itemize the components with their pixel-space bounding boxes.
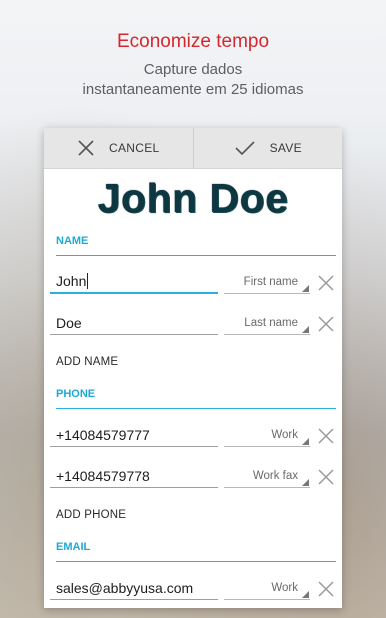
first-name-type-label: First name: [243, 276, 298, 288]
scanned-name-text: John Doe: [97, 174, 289, 221]
section-header-email: EMAIL: [56, 533, 336, 562]
dropdown-corner-icon: [302, 285, 309, 292]
hero-title: Economize tempo: [116, 31, 270, 52]
email-work-input[interactable]: sales@abbyyusa.com: [50, 576, 218, 600]
phone-work-input[interactable]: +14084579777: [50, 423, 218, 447]
first-name-input[interactable]: John: [50, 270, 218, 294]
last-name-input[interactable]: Doe: [50, 311, 218, 335]
delete-icon[interactable]: [318, 275, 334, 291]
phone-work-type-select[interactable]: Work: [224, 423, 310, 447]
cancel-label: CANCEL: [109, 141, 160, 155]
delete-icon[interactable]: [318, 469, 334, 485]
dropdown-corner-icon: [302, 479, 309, 486]
phone-fax-value: +14084579778: [56, 468, 150, 484]
phone-work-type-label: Work: [271, 429, 298, 441]
save-button[interactable]: SAVE: [194, 128, 343, 168]
check-icon: [235, 141, 255, 156]
name-row-last: Doe Last name: [44, 303, 342, 344]
phone-fax-input[interactable]: +14084579778: [50, 464, 218, 488]
email-work-type-select[interactable]: Work: [224, 576, 310, 600]
text-cursor: [87, 273, 89, 289]
section-header-phone: PHONE: [56, 380, 336, 409]
first-name-type-select[interactable]: First name: [224, 270, 310, 294]
delete-icon[interactable]: [318, 316, 334, 332]
dropdown-corner-icon: [302, 438, 309, 445]
phone-fax-type-label: Work fax: [252, 470, 298, 482]
phone-work-value: +14084579777: [56, 427, 150, 443]
scanned-name-image: John Doe: [44, 169, 342, 227]
phone-fax-type-select[interactable]: Work fax: [224, 464, 310, 488]
email-work-type-label: Work: [271, 582, 298, 594]
first-name-value: John: [56, 273, 87, 289]
last-name-value: Doe: [56, 315, 82, 331]
dropdown-corner-icon: [302, 326, 309, 333]
email-row-work: sales@abbyyusa.com Work: [44, 568, 342, 608]
section-header-name: NAME: [56, 227, 336, 256]
last-name-type-label: Last name: [244, 317, 298, 329]
hero-subtitle-line-2: instantaneamente em 25 idiomas: [82, 81, 304, 98]
edit-toolbar: CANCEL SAVE: [44, 128, 342, 169]
add-phone-button[interactable]: ADD PHONE: [44, 497, 342, 533]
cancel-button[interactable]: CANCEL: [44, 128, 194, 168]
email-work-value: sales@abbyyusa.com: [56, 580, 194, 596]
name-row-first: John First name: [44, 262, 342, 303]
hero-subtitle: Capture dados instantaneamente em 25 idi…: [0, 60, 386, 100]
last-name-type-select[interactable]: Last name: [224, 311, 310, 335]
phone-row-fax: +14084579778 Work fax: [44, 456, 342, 497]
phone-row-work: +14084579777 Work: [44, 415, 342, 456]
close-icon: [78, 140, 94, 156]
contact-edit-card: CANCEL SAVE John Doe NAME John First nam…: [44, 128, 342, 608]
save-label: SAVE: [269, 141, 302, 155]
hero-subtitle-line-1: Capture dados: [143, 61, 243, 78]
add-name-button[interactable]: ADD NAME: [44, 344, 342, 380]
dropdown-corner-icon: [302, 591, 309, 598]
delete-icon[interactable]: [318, 581, 334, 597]
delete-icon[interactable]: [318, 428, 334, 444]
